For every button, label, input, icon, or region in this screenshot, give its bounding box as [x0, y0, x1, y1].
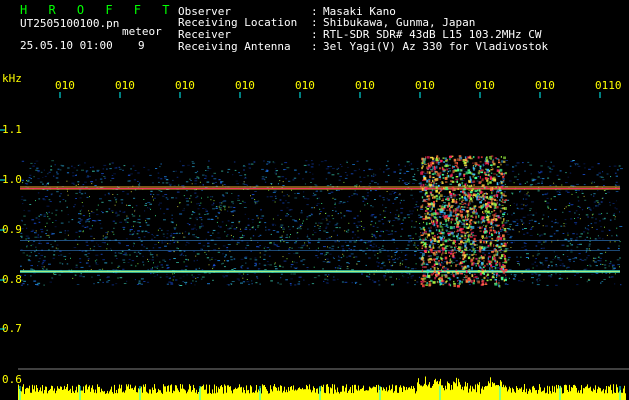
spectrogram-screen: H R O F F T UT2505100100.pn meteor 25.05… — [0, 0, 629, 400]
y-tick-marks — [0, 129, 5, 330]
signal-level-bars — [18, 376, 626, 400]
spectrogram-plot — [0, 92, 629, 400]
meteor-echo-burst — [420, 155, 508, 288]
time-tick-marks — [59, 92, 601, 98]
noise-field — [20, 160, 623, 286]
